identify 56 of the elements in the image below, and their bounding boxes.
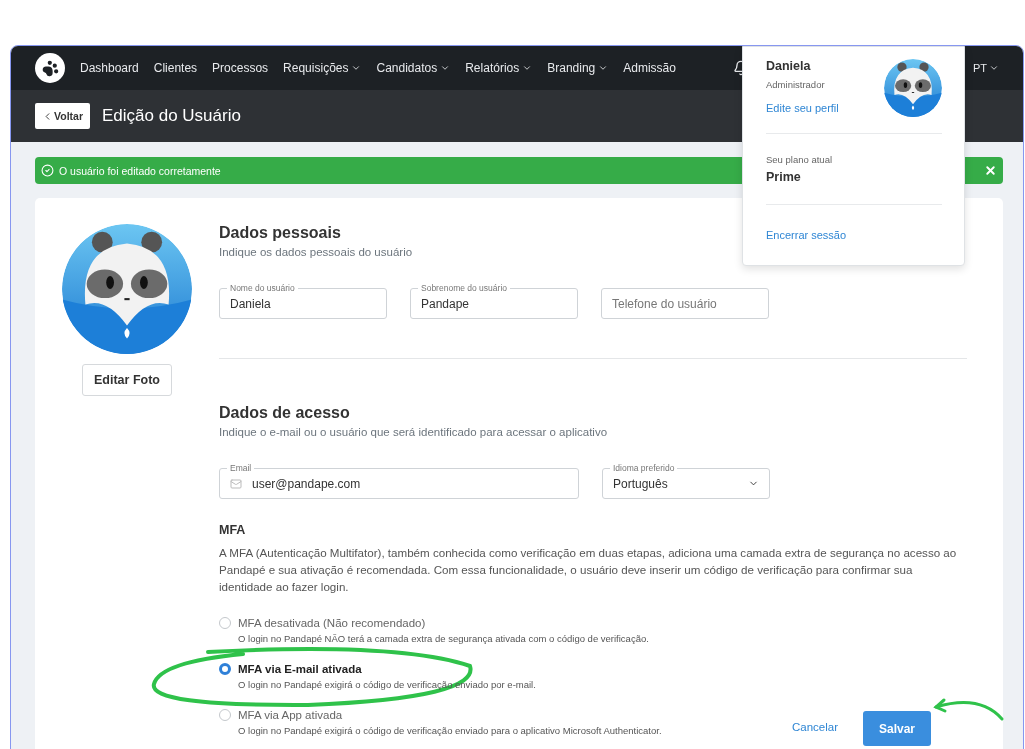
close-icon[interactable]	[984, 164, 997, 177]
chevron-down-icon	[440, 63, 451, 73]
option-hint: O login no Pandapé NÃO terá a camada extra de segurança ativada com o código de verificação.	[238, 633, 649, 644]
annotation-arrow	[933, 698, 1004, 721]
edit-profile-link[interactable]: Edite seu perfil	[766, 102, 839, 114]
option-hint: O login no Pandapé exigirá o código de verificação enviado por e-mail.	[238, 679, 536, 690]
user-name: Daniela	[766, 59, 812, 73]
mfa-description: A MFA (Autenticação Multifator), também conhecida como verificação em duas etapas, adiciona uma camada extra de segurança no acesso ao Pandapé e sua ativação é recomendada. Com essa funcionalidade, o usuário deve inserir um código de verificação para confirmar sua identidade ao fazer login.	[219, 545, 958, 595]
field-label: Idioma preferido	[610, 463, 678, 473]
nav-link[interactable]: Admissão	[623, 61, 676, 75]
language-menu[interactable]: PT	[972, 62, 999, 74]
plan-name: Prime	[766, 170, 802, 184]
logout-link[interactable]: Encerrar sessão	[766, 229, 847, 241]
cancel-link[interactable]: Cancelar	[792, 721, 839, 733]
nav-link[interactable]: Requisições	[283, 61, 362, 75]
chevron-down-icon	[989, 63, 999, 73]
field-label: Sobrenome do usuário	[418, 283, 510, 293]
radio-button[interactable]	[219, 663, 231, 675]
field-label: Email	[227, 463, 255, 473]
field-value: Daniela	[230, 296, 271, 311]
chevron-down-icon	[522, 63, 533, 73]
nav-link[interactable]: Candidatos	[376, 61, 451, 75]
field-value: Português	[613, 476, 668, 491]
edit-photo-button[interactable]: Editar Foto	[82, 364, 172, 396]
nav-link[interactable]: Dashboard	[80, 61, 139, 75]
section-title: Dados pessoais	[219, 224, 341, 242]
section-subtitle: Indique o e-mail ou o usuário que será identificado para acessar o aplicativo	[219, 426, 608, 438]
plan-label: Seu plano atual	[766, 154, 834, 165]
alert-message: O usuário foi editado corretamente	[59, 164, 221, 177]
nav-link[interactable]: Processos	[212, 61, 269, 75]
check-circle-icon	[41, 164, 54, 177]
back-button[interactable]: Voltar	[35, 103, 90, 129]
page-title: Edição do Usuário	[102, 106, 241, 126]
chevron-down-icon	[598, 63, 609, 73]
field-value: Pandape	[421, 296, 470, 311]
option-label: MFA desativada (Não recomendado)	[238, 617, 427, 629]
field-placeholder: Telefone do usuário	[612, 296, 717, 311]
section-title: MFA	[219, 523, 246, 537]
field-value: user@pandape.com	[252, 476, 361, 491]
section-subtitle: Indique os dados pessoais do usuário	[219, 246, 413, 258]
nav-link[interactable]: Relatórios	[465, 61, 533, 75]
mail-icon	[230, 477, 242, 490]
nav-link[interactable]: Branding	[547, 61, 609, 75]
user-role: Administrador	[766, 79, 826, 90]
radio-button[interactable]	[219, 709, 231, 721]
section-title: Dados de acesso	[219, 404, 350, 422]
field-label: Nome do usuário	[227, 283, 298, 293]
radio-button[interactable]	[219, 617, 231, 629]
option-hint: O login no Pandapé exigirá o código de verificação enviado para o aplicativo Microsoft Authenticator.	[238, 725, 662, 736]
avatar-illustration	[884, 59, 942, 117]
input-field[interactable]: Telefone do usuário	[601, 288, 769, 319]
paw-logo-icon[interactable]	[35, 53, 65, 83]
nav-link[interactable]: Clientes	[153, 61, 198, 75]
chevron-down-icon	[351, 63, 362, 73]
option-label: MFA via E-mail ativada	[238, 663, 363, 675]
option-label: MFA via App ativada	[238, 709, 344, 721]
